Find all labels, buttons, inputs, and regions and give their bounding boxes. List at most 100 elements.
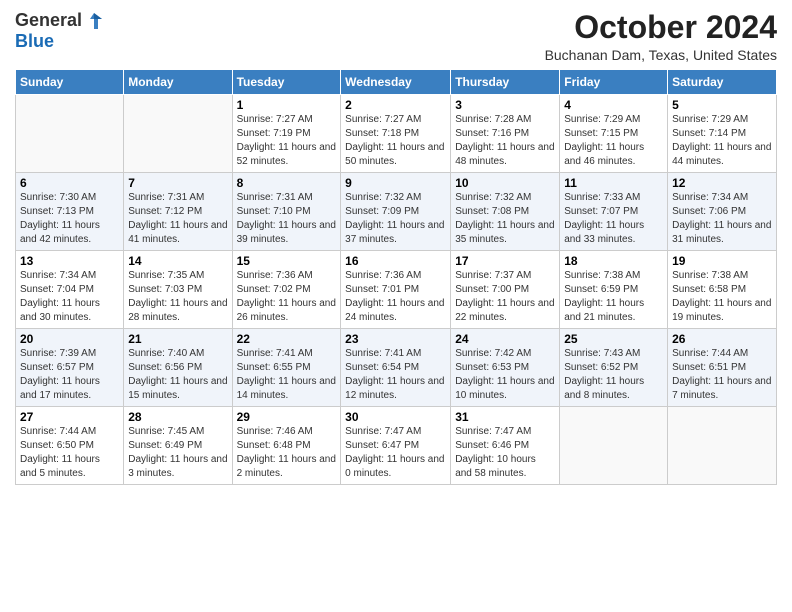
day-number: 31 [455, 410, 555, 424]
day-sun-info: Sunrise: 7:30 AMSunset: 7:13 PMDaylight:… [20, 191, 119, 247]
calendar-cell [16, 95, 124, 173]
day-number: 7 [128, 176, 227, 190]
day-sun-info: Sunrise: 7:44 AMSunset: 6:51 PMDaylight:… [672, 347, 772, 403]
day-number: 9 [345, 176, 446, 190]
calendar-cell: 22Sunrise: 7:41 AMSunset: 6:55 PMDayligh… [232, 329, 341, 407]
calendar-week-row: 20Sunrise: 7:39 AMSunset: 6:57 PMDayligh… [16, 329, 777, 407]
title-block: October 2024 Buchanan Dam, Texas, United… [545, 10, 777, 63]
day-sun-info: Sunrise: 7:34 AMSunset: 7:04 PMDaylight:… [20, 269, 119, 325]
calendar-cell: 4Sunrise: 7:29 AMSunset: 7:15 PMDaylight… [560, 95, 668, 173]
day-number: 14 [128, 254, 227, 268]
day-sun-info: Sunrise: 7:38 AMSunset: 6:59 PMDaylight:… [564, 269, 663, 325]
calendar-cell: 28Sunrise: 7:45 AMSunset: 6:49 PMDayligh… [124, 407, 232, 485]
calendar-cell: 20Sunrise: 7:39 AMSunset: 6:57 PMDayligh… [16, 329, 124, 407]
day-sun-info: Sunrise: 7:37 AMSunset: 7:00 PMDaylight:… [455, 269, 555, 325]
calendar-week-row: 27Sunrise: 7:44 AMSunset: 6:50 PMDayligh… [16, 407, 777, 485]
logo-flag-icon [84, 11, 104, 31]
calendar-cell [124, 95, 232, 173]
day-number: 25 [564, 332, 663, 346]
day-number: 10 [455, 176, 555, 190]
day-sun-info: Sunrise: 7:47 AMSunset: 6:46 PMDaylight:… [455, 425, 555, 481]
calendar-table: SundayMondayTuesdayWednesdayThursdayFrid… [15, 69, 777, 485]
calendar-cell: 11Sunrise: 7:33 AMSunset: 7:07 PMDayligh… [560, 173, 668, 251]
day-of-week-header: Thursday [451, 70, 560, 95]
day-sun-info: Sunrise: 7:28 AMSunset: 7:16 PMDaylight:… [455, 113, 555, 169]
day-number: 13 [20, 254, 119, 268]
day-of-week-header: Monday [124, 70, 232, 95]
calendar-cell: 23Sunrise: 7:41 AMSunset: 6:54 PMDayligh… [341, 329, 451, 407]
calendar-cell: 30Sunrise: 7:47 AMSunset: 6:47 PMDayligh… [341, 407, 451, 485]
month-title: October 2024 [545, 10, 777, 45]
day-sun-info: Sunrise: 7:31 AMSunset: 7:12 PMDaylight:… [128, 191, 227, 247]
calendar-cell [668, 407, 777, 485]
day-of-week-header: Wednesday [341, 70, 451, 95]
page-header: General Blue October 2024 Buchanan Dam, … [15, 10, 777, 63]
day-number: 5 [672, 98, 772, 112]
day-sun-info: Sunrise: 7:35 AMSunset: 7:03 PMDaylight:… [128, 269, 227, 325]
day-number: 18 [564, 254, 663, 268]
location-title: Buchanan Dam, Texas, United States [545, 47, 777, 63]
calendar-cell: 3Sunrise: 7:28 AMSunset: 7:16 PMDaylight… [451, 95, 560, 173]
day-sun-info: Sunrise: 7:40 AMSunset: 6:56 PMDaylight:… [128, 347, 227, 403]
day-sun-info: Sunrise: 7:45 AMSunset: 6:49 PMDaylight:… [128, 425, 227, 481]
day-number: 4 [564, 98, 663, 112]
day-number: 19 [672, 254, 772, 268]
calendar-cell: 15Sunrise: 7:36 AMSunset: 7:02 PMDayligh… [232, 251, 341, 329]
day-sun-info: Sunrise: 7:47 AMSunset: 6:47 PMDaylight:… [345, 425, 446, 481]
day-sun-info: Sunrise: 7:34 AMSunset: 7:06 PMDaylight:… [672, 191, 772, 247]
calendar-cell: 19Sunrise: 7:38 AMSunset: 6:58 PMDayligh… [668, 251, 777, 329]
day-number: 1 [237, 98, 337, 112]
day-number: 22 [237, 332, 337, 346]
logo-general-text: General [15, 10, 82, 31]
calendar-cell [560, 407, 668, 485]
day-sun-info: Sunrise: 7:27 AMSunset: 7:18 PMDaylight:… [345, 113, 446, 169]
day-number: 27 [20, 410, 119, 424]
day-number: 15 [237, 254, 337, 268]
day-sun-info: Sunrise: 7:29 AMSunset: 7:14 PMDaylight:… [672, 113, 772, 169]
calendar-week-row: 1Sunrise: 7:27 AMSunset: 7:19 PMDaylight… [16, 95, 777, 173]
calendar-week-row: 13Sunrise: 7:34 AMSunset: 7:04 PMDayligh… [16, 251, 777, 329]
calendar-cell: 5Sunrise: 7:29 AMSunset: 7:14 PMDaylight… [668, 95, 777, 173]
day-number: 16 [345, 254, 446, 268]
day-number: 20 [20, 332, 119, 346]
day-number: 24 [455, 332, 555, 346]
calendar-cell: 24Sunrise: 7:42 AMSunset: 6:53 PMDayligh… [451, 329, 560, 407]
day-sun-info: Sunrise: 7:44 AMSunset: 6:50 PMDaylight:… [20, 425, 119, 481]
day-number: 28 [128, 410, 227, 424]
calendar-cell: 2Sunrise: 7:27 AMSunset: 7:18 PMDaylight… [341, 95, 451, 173]
day-sun-info: Sunrise: 7:38 AMSunset: 6:58 PMDaylight:… [672, 269, 772, 325]
day-number: 8 [237, 176, 337, 190]
day-of-week-header: Friday [560, 70, 668, 95]
day-number: 26 [672, 332, 772, 346]
day-sun-info: Sunrise: 7:39 AMSunset: 6:57 PMDaylight:… [20, 347, 119, 403]
day-number: 3 [455, 98, 555, 112]
day-of-week-header: Saturday [668, 70, 777, 95]
day-sun-info: Sunrise: 7:32 AMSunset: 7:09 PMDaylight:… [345, 191, 446, 247]
calendar-cell: 17Sunrise: 7:37 AMSunset: 7:00 PMDayligh… [451, 251, 560, 329]
calendar-cell: 10Sunrise: 7:32 AMSunset: 7:08 PMDayligh… [451, 173, 560, 251]
logo: General Blue [15, 10, 104, 52]
calendar-cell: 1Sunrise: 7:27 AMSunset: 7:19 PMDaylight… [232, 95, 341, 173]
logo-blue-text: Blue [15, 31, 104, 52]
calendar-cell: 13Sunrise: 7:34 AMSunset: 7:04 PMDayligh… [16, 251, 124, 329]
day-number: 30 [345, 410, 446, 424]
day-of-week-header: Sunday [16, 70, 124, 95]
calendar-page: General Blue October 2024 Buchanan Dam, … [0, 0, 792, 612]
day-of-week-header: Tuesday [232, 70, 341, 95]
day-number: 29 [237, 410, 337, 424]
day-number: 12 [672, 176, 772, 190]
calendar-cell: 25Sunrise: 7:43 AMSunset: 6:52 PMDayligh… [560, 329, 668, 407]
calendar-cell: 31Sunrise: 7:47 AMSunset: 6:46 PMDayligh… [451, 407, 560, 485]
calendar-week-row: 6Sunrise: 7:30 AMSunset: 7:13 PMDaylight… [16, 173, 777, 251]
calendar-cell: 8Sunrise: 7:31 AMSunset: 7:10 PMDaylight… [232, 173, 341, 251]
calendar-cell: 9Sunrise: 7:32 AMSunset: 7:09 PMDaylight… [341, 173, 451, 251]
day-sun-info: Sunrise: 7:42 AMSunset: 6:53 PMDaylight:… [455, 347, 555, 403]
calendar-cell: 14Sunrise: 7:35 AMSunset: 7:03 PMDayligh… [124, 251, 232, 329]
day-sun-info: Sunrise: 7:29 AMSunset: 7:15 PMDaylight:… [564, 113, 663, 169]
day-sun-info: Sunrise: 7:43 AMSunset: 6:52 PMDaylight:… [564, 347, 663, 403]
day-sun-info: Sunrise: 7:27 AMSunset: 7:19 PMDaylight:… [237, 113, 337, 169]
day-number: 2 [345, 98, 446, 112]
calendar-cell: 16Sunrise: 7:36 AMSunset: 7:01 PMDayligh… [341, 251, 451, 329]
calendar-cell: 27Sunrise: 7:44 AMSunset: 6:50 PMDayligh… [16, 407, 124, 485]
day-sun-info: Sunrise: 7:36 AMSunset: 7:01 PMDaylight:… [345, 269, 446, 325]
